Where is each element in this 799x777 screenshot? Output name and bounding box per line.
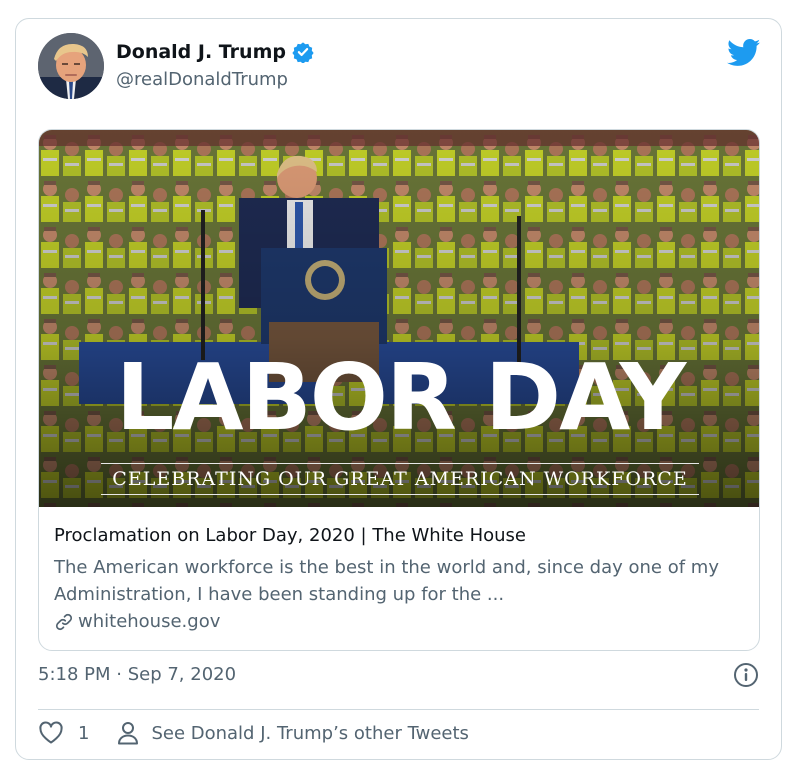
- card-domain-row[interactable]: whitehouse.gov: [54, 611, 220, 632]
- banner-subheadline: CELEBRATING OUR GREAT AMERICAN WORKFORCE: [112, 468, 688, 490]
- banner-headline: LABOR DAY: [115, 344, 686, 451]
- heart-icon: [39, 721, 63, 744]
- like-button[interactable]: 1: [38, 721, 89, 745]
- author-name-row[interactable]: Donald J. Trump: [116, 41, 314, 63]
- twitter-bird-icon[interactable]: [727, 39, 761, 67]
- like-count: 1: [78, 722, 90, 744]
- author-name[interactable]: Donald J. Trump: [116, 41, 286, 63]
- card-domain[interactable]: whitehouse.gov: [78, 611, 220, 632]
- tweet-timestamp[interactable]: 5:18 PM · Sep 7, 2020: [38, 664, 236, 685]
- link-icon: [55, 613, 73, 630]
- info-icon[interactable]: [733, 662, 759, 688]
- author-handle[interactable]: @realDonaldTrump: [116, 69, 288, 90]
- avatar-image: [38, 33, 104, 99]
- link-card[interactable]: LABOR DAY CELEBRATING OUR GREAT AMERICAN…: [38, 129, 760, 651]
- card-image[interactable]: LABOR DAY CELEBRATING OUR GREAT AMERICAN…: [39, 130, 759, 507]
- banner-rule-top: [101, 463, 699, 464]
- person-icon: [118, 722, 139, 745]
- card-description: The American workforce is the best in th…: [54, 557, 719, 605]
- verified-badge-icon: [292, 42, 314, 63]
- tweet-embed: Donald J. Trump @realDonaldTrump LABOR D…: [15, 18, 782, 760]
- tweet-actions: 1 See Donald J. Trump’s other Tweets: [38, 721, 469, 745]
- banner-rule-bottom: [101, 494, 699, 495]
- divider: [38, 709, 759, 710]
- avatar[interactable]: [38, 33, 104, 99]
- see-other-tweets-label[interactable]: See Donald J. Trump’s other Tweets: [151, 723, 468, 744]
- card-title[interactable]: Proclamation on Labor Day, 2020 | The Wh…: [54, 525, 526, 546]
- see-other-tweets-link[interactable]: See Donald J. Trump’s other Tweets: [117, 721, 469, 745]
